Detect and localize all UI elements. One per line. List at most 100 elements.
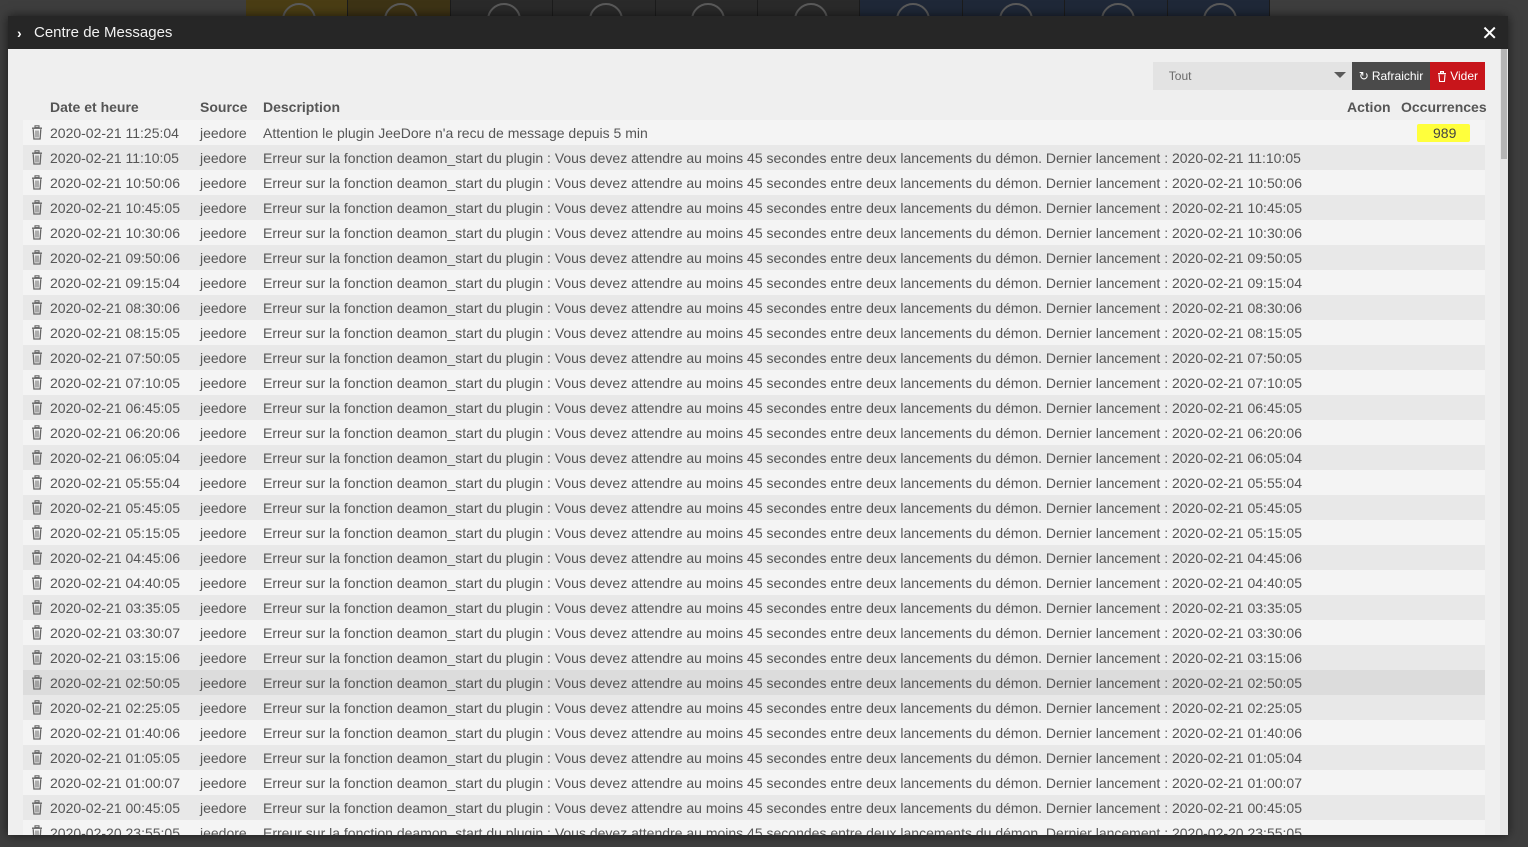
- trash-icon: [30, 425, 44, 440]
- scrollbar[interactable]: [1500, 49, 1508, 835]
- trash-icon: [30, 300, 44, 315]
- delete-message-button[interactable]: [23, 400, 50, 415]
- header-occurrences[interactable]: Occurrences: [1401, 99, 1487, 115]
- cell-date: 2020-02-21 04:45:06: [50, 549, 180, 566]
- delete-message-button[interactable]: [23, 200, 50, 215]
- clear-button[interactable]: Vider: [1430, 62, 1485, 90]
- table-row: 2020-02-21 10:50:06 jeedore Erreur sur la …: [23, 170, 1485, 195]
- trash-icon: [30, 475, 44, 490]
- trash-icon: [30, 175, 44, 190]
- delete-message-button[interactable]: [23, 475, 50, 490]
- table-row: 2020-02-21 09:15:04 jeedore Erreur sur la …: [23, 270, 1485, 295]
- header-date[interactable]: Date et heure: [50, 99, 200, 115]
- table-row: 2020-02-21 00:45:05 jeedore Erreur sur la …: [23, 795, 1485, 820]
- scrollbar-thumb[interactable]: [1501, 49, 1507, 159]
- cell-source: jeedore: [200, 699, 247, 716]
- modal-titlebar: › Centre de Messages ✕: [8, 16, 1508, 49]
- cell-source: jeedore: [200, 349, 247, 366]
- chevron-right-icon[interactable]: ›: [17, 25, 27, 41]
- clear-button-label: Vider: [1450, 69, 1478, 83]
- cell-description: Erreur sur la fonction deamon_start du p…: [263, 174, 1302, 191]
- cell-description: Erreur sur la fonction deamon_start du p…: [263, 824, 1302, 836]
- trash-icon: [30, 650, 44, 665]
- header-source[interactable]: Source: [200, 99, 263, 115]
- cell-date: 2020-02-21 10:50:06: [50, 174, 180, 191]
- delete-message-button[interactable]: [23, 425, 50, 440]
- delete-message-button[interactable]: [23, 750, 50, 765]
- delete-message-button[interactable]: [23, 275, 50, 290]
- cell-description: Erreur sur la fonction deamon_start du p…: [263, 674, 1302, 691]
- trash-icon: [30, 550, 44, 565]
- delete-message-button[interactable]: [23, 375, 50, 390]
- caret-down-icon: [1333, 72, 1346, 78]
- table-row: 2020-02-21 04:40:05 jeedore Erreur sur la …: [23, 570, 1485, 595]
- trash-icon: [30, 825, 44, 835]
- delete-message-button[interactable]: [23, 550, 50, 565]
- delete-message-button[interactable]: [23, 250, 50, 265]
- refresh-button[interactable]: ↻ Rafraichir: [1351, 62, 1431, 90]
- cell-source: jeedore: [200, 824, 247, 836]
- occurrence-count: 989: [1417, 123, 1471, 142]
- table-row: 2020-02-21 06:20:06 jeedore Erreur sur la …: [23, 420, 1485, 445]
- table-row: 2020-02-21 01:40:06 jeedore Erreur sur la …: [23, 720, 1485, 745]
- cell-description: Erreur sur la fonction deamon_start du p…: [263, 199, 1302, 216]
- background-tile: [553, 0, 656, 16]
- trash-icon: [30, 675, 44, 690]
- delete-message-button[interactable]: [23, 525, 50, 540]
- cell-description: Erreur sur la fonction deamon_start du p…: [263, 499, 1302, 516]
- delete-message-button[interactable]: [23, 625, 50, 640]
- delete-message-button[interactable]: [23, 500, 50, 515]
- header-description[interactable]: Description: [263, 99, 1347, 115]
- delete-message-button[interactable]: [23, 575, 50, 590]
- modal-title: Centre de Messages: [34, 24, 173, 41]
- background-tile: [246, 0, 349, 16]
- trash-icon: [30, 500, 44, 515]
- delete-message-button[interactable]: [23, 150, 50, 165]
- message-toolbar: Tout ↻ Rafraichir Vider: [1152, 62, 1485, 90]
- delete-message-button[interactable]: [23, 350, 50, 365]
- delete-message-button[interactable]: [23, 325, 50, 340]
- delete-message-button[interactable]: [23, 225, 50, 240]
- cell-source: jeedore: [200, 299, 247, 316]
- trash-icon: [30, 125, 44, 140]
- cell-source: jeedore: [200, 424, 247, 441]
- cell-description: Erreur sur la fonction deamon_start du p…: [263, 249, 1302, 266]
- close-icon[interactable]: ✕: [1481, 21, 1498, 46]
- cell-source: jeedore: [200, 674, 247, 691]
- delete-message-button[interactable]: [23, 600, 50, 615]
- cell-source: jeedore: [200, 549, 247, 566]
- cell-date: 2020-02-21 02:25:05: [50, 699, 180, 716]
- cell-date: 2020-02-21 06:20:06: [50, 424, 180, 441]
- cell-description: Erreur sur la fonction deamon_start du p…: [263, 374, 1302, 391]
- delete-message-button[interactable]: [23, 300, 50, 315]
- delete-message-button[interactable]: [23, 650, 50, 665]
- background-tile: [451, 0, 554, 16]
- cell-date: 2020-02-20 23:55:05: [50, 824, 180, 836]
- cell-source: jeedore: [200, 724, 247, 741]
- delete-message-button[interactable]: [23, 175, 50, 190]
- cell-description: Erreur sur la fonction deamon_start du p…: [263, 399, 1302, 416]
- table-row: 2020-02-21 01:00:07 jeedore Erreur sur la …: [23, 770, 1485, 795]
- cell-date: 2020-02-21 08:15:05: [50, 324, 180, 341]
- cell-date: 2020-02-21 03:30:07: [50, 624, 180, 641]
- cell-date: 2020-02-21 06:05:04: [50, 449, 180, 466]
- cell-description: Erreur sur la fonction deamon_start du p…: [263, 299, 1302, 316]
- header-action[interactable]: Action: [1347, 99, 1401, 115]
- delete-message-button[interactable]: [23, 725, 50, 740]
- delete-message-button[interactable]: [23, 125, 50, 140]
- cell-description: Erreur sur la fonction deamon_start du p…: [263, 224, 1302, 241]
- delete-message-button[interactable]: [23, 775, 50, 790]
- cell-description: Erreur sur la fonction deamon_start du p…: [263, 474, 1302, 491]
- delete-message-button[interactable]: [23, 450, 50, 465]
- filter-select[interactable]: Tout: [1152, 62, 1352, 90]
- delete-message-button[interactable]: [23, 825, 50, 835]
- cell-description: Erreur sur la fonction deamon_start du p…: [263, 274, 1302, 291]
- delete-message-button[interactable]: [23, 800, 50, 815]
- trash-icon: [30, 350, 44, 365]
- trash-icon: [30, 375, 44, 390]
- cell-description: Erreur sur la fonction deamon_start du p…: [263, 549, 1302, 566]
- trash-icon: [30, 200, 44, 215]
- cell-date: 2020-02-21 10:45:05: [50, 199, 180, 216]
- delete-message-button[interactable]: [23, 675, 50, 690]
- delete-message-button[interactable]: [23, 700, 50, 715]
